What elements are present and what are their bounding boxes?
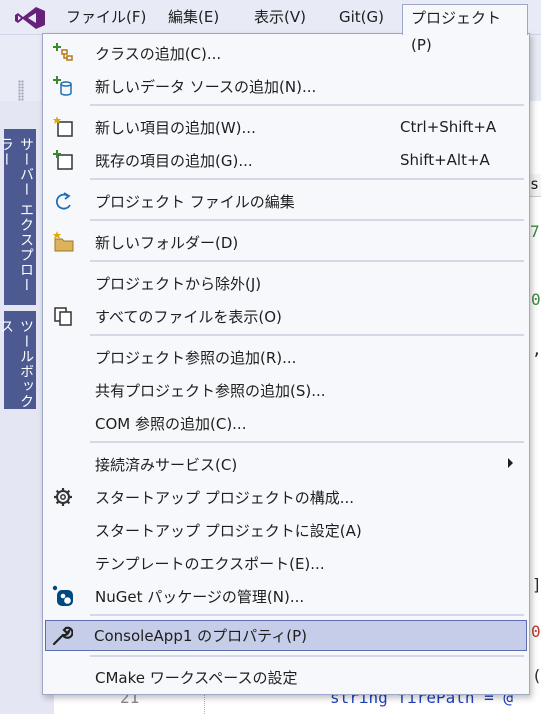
toolbar-grip[interactable] bbox=[18, 80, 24, 102]
menu-item-label: 新しいデータ ソースの追加(N)... bbox=[95, 77, 317, 96]
edit-project-icon bbox=[55, 192, 71, 210]
menu-item-new-folder[interactable]: 新しいフォルダー(D) bbox=[45, 227, 527, 257]
menu-item-label: プロジェクト参照の追加(R)... bbox=[95, 348, 297, 367]
menu-separator bbox=[90, 655, 524, 657]
shortcut-text: Ctrl+Shift+A bbox=[400, 118, 497, 136]
toolbox-tab[interactable]: ツールボックス bbox=[0, 311, 36, 409]
menu-separator bbox=[90, 334, 524, 336]
menu-bar: ファイル(F) 編集(E) 表示(V) Git(G) プロジェクト(P) bbox=[0, 0, 541, 54]
menu-item-manage-nuget-packages[interactable]: NuGet パッケージの管理(N)... bbox=[45, 581, 527, 611]
code-peek-6: ( bbox=[532, 666, 541, 685]
project-menu-dropdown: クラスの追加(C)... 新しいデータ ソースの追加(N)... 新しい項目の追… bbox=[42, 33, 530, 695]
menu-separator bbox=[90, 178, 524, 180]
menu-item-configure-startup-projects[interactable]: スタートアップ プロジェクトの構成... bbox=[45, 482, 527, 512]
menu-project[interactable]: プロジェクト(P) bbox=[402, 4, 528, 54]
menu-item-project-properties[interactable]: ConsoleApp1 のプロパティ(P) bbox=[45, 620, 527, 651]
menu-item-add-class[interactable]: クラスの追加(C)... bbox=[45, 38, 527, 68]
wrench-icon bbox=[52, 626, 73, 646]
menu-item-label: COM 参照の追加(C)... bbox=[95, 414, 247, 433]
menu-item-add-shared-project-reference[interactable]: 共有プロジェクト参照の追加(S)... bbox=[45, 375, 527, 405]
menu-item-label: 共有プロジェクト参照の追加(S)... bbox=[95, 381, 326, 400]
menu-separator bbox=[90, 104, 524, 106]
menu-item-edit-project-file[interactable]: プロジェクト ファイルの編集 bbox=[45, 186, 527, 216]
menu-item-label: CMake ワークスペースの設定 bbox=[95, 668, 298, 687]
gear-icon bbox=[54, 488, 72, 506]
menu-git[interactable]: Git(G) bbox=[331, 4, 392, 31]
code-peek-1: 7 bbox=[530, 222, 540, 241]
menu-item-label: ConsoleApp1 のプロパティ(P) bbox=[94, 627, 308, 645]
menu-item-add-project-reference[interactable]: プロジェクト参照の追加(R)... bbox=[45, 342, 527, 372]
menu-item-export-template[interactable]: テンプレートのエクスポート(E)... bbox=[45, 548, 527, 578]
shortcut-text: Shift+Alt+A bbox=[400, 151, 490, 169]
menu-item-label: 既存の項目の追加(G)... bbox=[95, 151, 253, 170]
code-peek-5: 0 bbox=[531, 622, 541, 641]
menu-item-exclude-from-project[interactable]: プロジェクトから除外(J) bbox=[45, 268, 527, 298]
menu-item-label: テンプレートのエクスポート(E)... bbox=[95, 554, 325, 573]
add-datasource-icon bbox=[53, 76, 72, 96]
menu-item-add-com-reference[interactable]: COM 参照の追加(C)... bbox=[45, 408, 527, 438]
menu-item-label: すべてのファイルを表示(O) bbox=[95, 307, 282, 326]
menu-item-label: スタートアップ プロジェクトに設定(A) bbox=[95, 521, 362, 540]
menu-edit[interactable]: 編集(E) bbox=[160, 4, 227, 31]
menu-item-label: プロジェクト ファイルの編集 bbox=[95, 192, 295, 211]
menu-item-label: 接続済みサービス(C) bbox=[95, 455, 238, 474]
menu-separator bbox=[90, 614, 524, 616]
menu-separator bbox=[90, 260, 524, 262]
menu-item-label: クラスの追加(C)... bbox=[95, 44, 222, 63]
code-peek-4: ] bbox=[532, 575, 541, 594]
menu-item-cmake-workspace-settings[interactable]: CMake ワークスペースの設定 bbox=[45, 662, 527, 692]
menu-item-set-as-startup-project[interactable]: スタートアップ プロジェクトに設定(A) bbox=[45, 515, 527, 545]
menu-item-new-item[interactable]: 新しい項目の追加(W)... Ctrl+Shift+A bbox=[45, 112, 527, 142]
existing-item-icon bbox=[53, 150, 73, 170]
menu-item-show-all-files[interactable]: すべてのファイルを表示(O) bbox=[45, 301, 527, 331]
code-peek-3: , bbox=[532, 340, 541, 359]
menu-item-add-datasource[interactable]: 新しいデータ ソースの追加(N)... bbox=[45, 71, 527, 101]
show-all-files-icon bbox=[54, 307, 72, 326]
new-folder-icon bbox=[53, 231, 74, 252]
menu-item-label: スタートアップ プロジェクトの構成... bbox=[95, 488, 355, 507]
menu-item-label: 新しいフォルダー(D) bbox=[95, 233, 239, 252]
menu-item-label: 新しい項目の追加(W)... bbox=[95, 118, 256, 137]
menu-file[interactable]: ファイル(F) bbox=[58, 4, 154, 31]
menu-item-label: NuGet パッケージの管理(N)... bbox=[95, 587, 305, 606]
menu-item-label: プロジェクトから除外(J) bbox=[95, 274, 262, 293]
new-item-icon bbox=[53, 116, 73, 137]
menu-item-connected-services[interactable]: 接続済みサービス(C) bbox=[45, 449, 527, 479]
menu-item-existing-item[interactable]: 既存の項目の追加(G)... Shift+Alt+A bbox=[45, 145, 527, 175]
menu-view[interactable]: 表示(V) bbox=[246, 4, 314, 31]
server-explorer-tab[interactable]: サーバー エクスプローラー bbox=[0, 129, 36, 305]
submenu-arrow-icon bbox=[508, 458, 513, 468]
menu-separator bbox=[90, 441, 524, 443]
add-class-icon bbox=[53, 43, 73, 61]
code-peek-2: 0 bbox=[531, 290, 541, 309]
visual-studio-logo-icon[interactable] bbox=[14, 6, 46, 30]
menu-separator bbox=[90, 219, 524, 221]
nuget-icon bbox=[52, 585, 73, 606]
